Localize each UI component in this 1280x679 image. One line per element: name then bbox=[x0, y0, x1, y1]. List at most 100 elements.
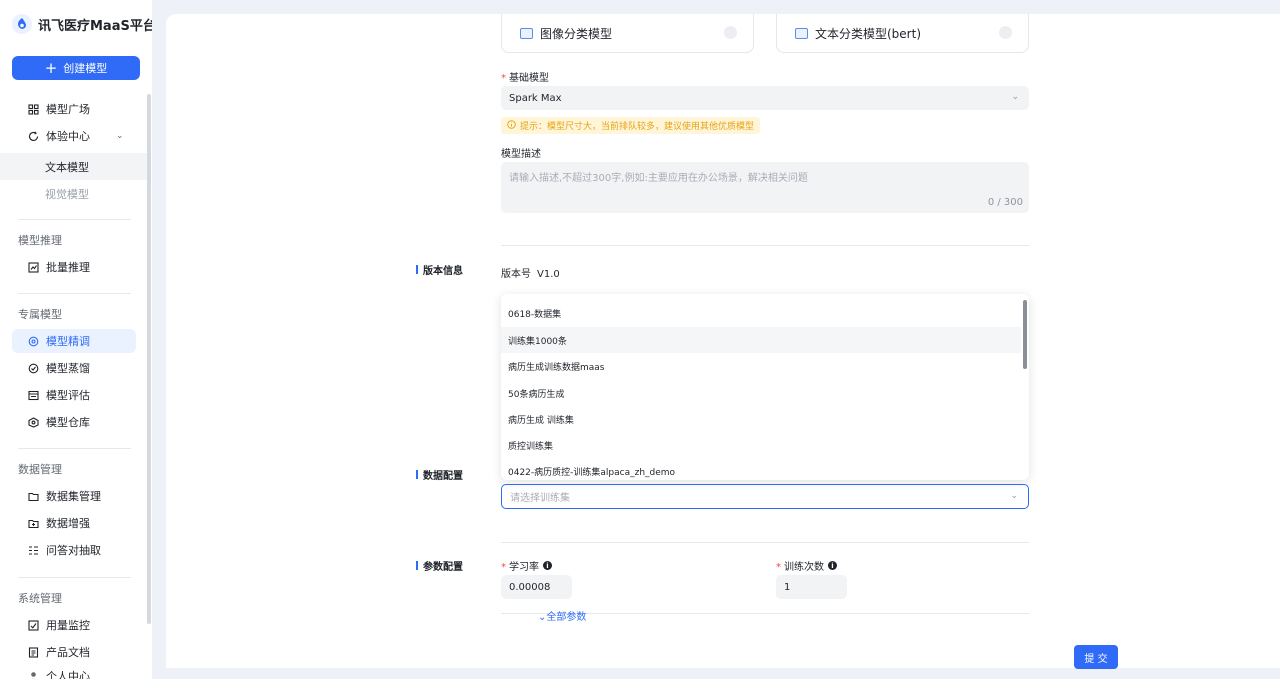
distill-icon bbox=[28, 363, 39, 374]
sidebar-item-finetune[interactable]: 模型精调 bbox=[12, 329, 136, 353]
dataset-option[interactable]: 0422-病历质控-训练集alpaca_zh_demo bbox=[501, 458, 1021, 480]
sidebar-item-evaluate[interactable]: 模型评估 bbox=[12, 383, 136, 407]
sidebar-item-label: 批量推理 bbox=[46, 261, 90, 274]
sidebar-item-usage[interactable]: 用量监控 bbox=[12, 613, 136, 637]
sidebar-item-label: 产品文档 bbox=[46, 646, 90, 659]
base-model-label: * 基础模型 bbox=[501, 69, 549, 84]
required-mark: * bbox=[501, 562, 506, 573]
dropdown-scrollbar[interactable] bbox=[1023, 300, 1027, 369]
chevron-down-icon: ⌄ bbox=[1011, 92, 1019, 102]
base-model-select[interactable]: Spark Max ⌄ bbox=[501, 86, 1029, 110]
sidebar-item-docs[interactable]: 产品文档 bbox=[12, 640, 136, 664]
sidebar-divider bbox=[18, 219, 131, 220]
create-model-label: 创建模型 bbox=[63, 62, 108, 75]
sidebar-item-label: 用量监控 bbox=[46, 619, 90, 632]
epochs-label-text: 训练次数 bbox=[784, 562, 824, 573]
plus-icon: + bbox=[44, 58, 58, 77]
sidebar-scrollbar[interactable] bbox=[147, 94, 151, 624]
description-textarea[interactable]: 请输入描述,不超过300字,例如:主要应用在办公场景，解决相关问题 0 / 30… bbox=[501, 162, 1029, 213]
base-model-value: Spark Max bbox=[509, 92, 562, 104]
info-icon[interactable]: i bbox=[828, 561, 837, 570]
brand-title: 讯飞医疗MaaS平台 bbox=[38, 18, 152, 34]
sidebar-item-label: 模型仓库 bbox=[46, 416, 90, 429]
section-version: 版本信息 bbox=[416, 262, 463, 277]
sidebar-item-label: 个人中心 bbox=[46, 670, 90, 679]
version-label: 版本号 bbox=[501, 269, 531, 280]
model-type-card-image[interactable]: 图像分类模型 bbox=[501, 14, 754, 53]
description-counter: 0 / 300 bbox=[987, 197, 1023, 208]
sidebar-divider bbox=[18, 448, 131, 449]
description-label: 模型描述 bbox=[501, 149, 541, 160]
version-value: V1.0 bbox=[537, 269, 560, 280]
folder-icon bbox=[28, 491, 39, 502]
submit-button[interactable]: 提 交 bbox=[1074, 645, 1118, 669]
dataset-placeholder: 请选择训练集 bbox=[510, 493, 570, 504]
dataset-option[interactable]: 0618-数据集 bbox=[501, 300, 1021, 326]
info-icon[interactable]: i bbox=[543, 561, 552, 570]
sidebar-item-distill[interactable]: 模型蒸馏 bbox=[12, 356, 136, 380]
sidebar-item-profile[interactable]: 个人中心 bbox=[12, 664, 136, 679]
chart-icon bbox=[28, 261, 39, 273]
list-icon bbox=[28, 545, 39, 556]
sidebar-group-exclusive: 专属模型 bbox=[18, 308, 62, 321]
expand-label: 全部参数 bbox=[546, 612, 587, 623]
learning-rate-input[interactable]: 0.00008 bbox=[501, 575, 572, 599]
main-panel: 图像分类模型 文本分类模型(bert) * 基础模型 Spark Max ⌄ 提示… bbox=[166, 14, 1280, 669]
monitor-icon bbox=[28, 619, 39, 631]
description-placeholder: 请输入描述,不超过300字,例如:主要应用在办公场景，解决相关问题 bbox=[509, 173, 808, 184]
sidebar-divider bbox=[18, 293, 131, 294]
sidebar-item-qa-extract[interactable]: 问答对抽取 bbox=[12, 538, 136, 562]
text-classify-icon bbox=[795, 27, 808, 39]
document-icon bbox=[28, 646, 39, 658]
sidebar-item-data-augment[interactable]: 数据增强 bbox=[12, 511, 136, 535]
dataset-option[interactable]: 训练集1000条 bbox=[501, 327, 1021, 353]
queue-hint-text: 提示：模型尺寸大，当前排队较多，建议使用其他优质模型 bbox=[520, 122, 755, 132]
dataset-option[interactable]: 病历生成 训练集 bbox=[501, 406, 1021, 432]
brand[interactable]: 讯飞医疗MaaS平台 bbox=[12, 14, 152, 34]
model-type-card-text-bert[interactable]: 文本分类模型(bert) bbox=[776, 14, 1029, 53]
queue-hint: 提示：模型尺寸大，当前排队较多，建议使用其他优质模型 bbox=[501, 117, 761, 134]
folder-plus-icon bbox=[28, 518, 39, 529]
dataset-dropdown: 0618-数据集 训练集1000条 病历生成训练数据maas 50条病历生成 病… bbox=[501, 294, 1029, 480]
evaluate-icon bbox=[28, 390, 39, 401]
section-marker bbox=[416, 265, 418, 274]
section-marker bbox=[416, 470, 418, 479]
model-type-label: 图像分类模型 bbox=[540, 26, 613, 41]
sidebar-item-label: 模型广场 bbox=[46, 103, 90, 116]
chevron-down-icon[interactable]: ⌄ bbox=[116, 131, 124, 141]
epochs-input[interactable]: 1 bbox=[776, 575, 847, 599]
learning-rate-label-text: 学习率 bbox=[509, 562, 539, 573]
section-divider bbox=[501, 542, 1029, 543]
section-data-config: 数据配置 bbox=[416, 467, 463, 482]
sidebar-item-label: 文本模型 bbox=[45, 160, 89, 174]
sidebar-item-batch-inference[interactable]: 批量推理 bbox=[12, 255, 136, 279]
model-type-label: 文本分类模型(bert) bbox=[815, 26, 922, 41]
sidebar-item-dataset-management[interactable]: 数据集管理 bbox=[12, 484, 136, 508]
model-type-radio[interactable] bbox=[724, 26, 737, 39]
create-model-button[interactable]: + 创建模型 bbox=[12, 56, 140, 80]
learning-rate-label: * 学习率 i bbox=[501, 558, 552, 573]
expand-all-params[interactable]: ⌄全部参数 bbox=[538, 608, 586, 623]
required-mark: * bbox=[501, 73, 506, 84]
warehouse-icon bbox=[28, 416, 39, 428]
section-title: 版本信息 bbox=[423, 266, 463, 277]
sidebar-subitem-text-model[interactable]: 文本模型 bbox=[0, 153, 147, 180]
sidebar-item-label: 数据增强 bbox=[46, 517, 90, 530]
dataset-option[interactable]: 质控训练集 bbox=[501, 432, 1021, 458]
sidebar-subitem-vision-model[interactable]: 视觉模型 bbox=[0, 180, 147, 207]
sidebar-item-model-plaza[interactable]: 模型广场 bbox=[12, 97, 136, 121]
section-title: 参数配置 bbox=[423, 562, 463, 573]
dataset-option[interactable]: 50条病历生成 bbox=[501, 380, 1021, 406]
sidebar-item-label: 模型精调 bbox=[46, 335, 90, 348]
chevron-down-icon: ⌄ bbox=[1010, 491, 1018, 501]
model-type-radio[interactable] bbox=[999, 26, 1012, 39]
section-params: 参数配置 bbox=[416, 558, 463, 573]
sidebar-group-system: 系统管理 bbox=[18, 592, 62, 605]
dataset-select[interactable]: 请选择训练集 ⌄ bbox=[501, 484, 1029, 509]
sidebar-item-label: 模型蒸馏 bbox=[46, 362, 90, 375]
sidebar-group-data: 数据管理 bbox=[18, 463, 62, 476]
sidebar-item-warehouse[interactable]: 模型仓库 bbox=[12, 410, 136, 434]
sidebar-divider bbox=[18, 577, 131, 578]
dataset-option[interactable]: 病历生成训练数据maas bbox=[501, 353, 1021, 379]
required-mark: * bbox=[776, 562, 781, 573]
